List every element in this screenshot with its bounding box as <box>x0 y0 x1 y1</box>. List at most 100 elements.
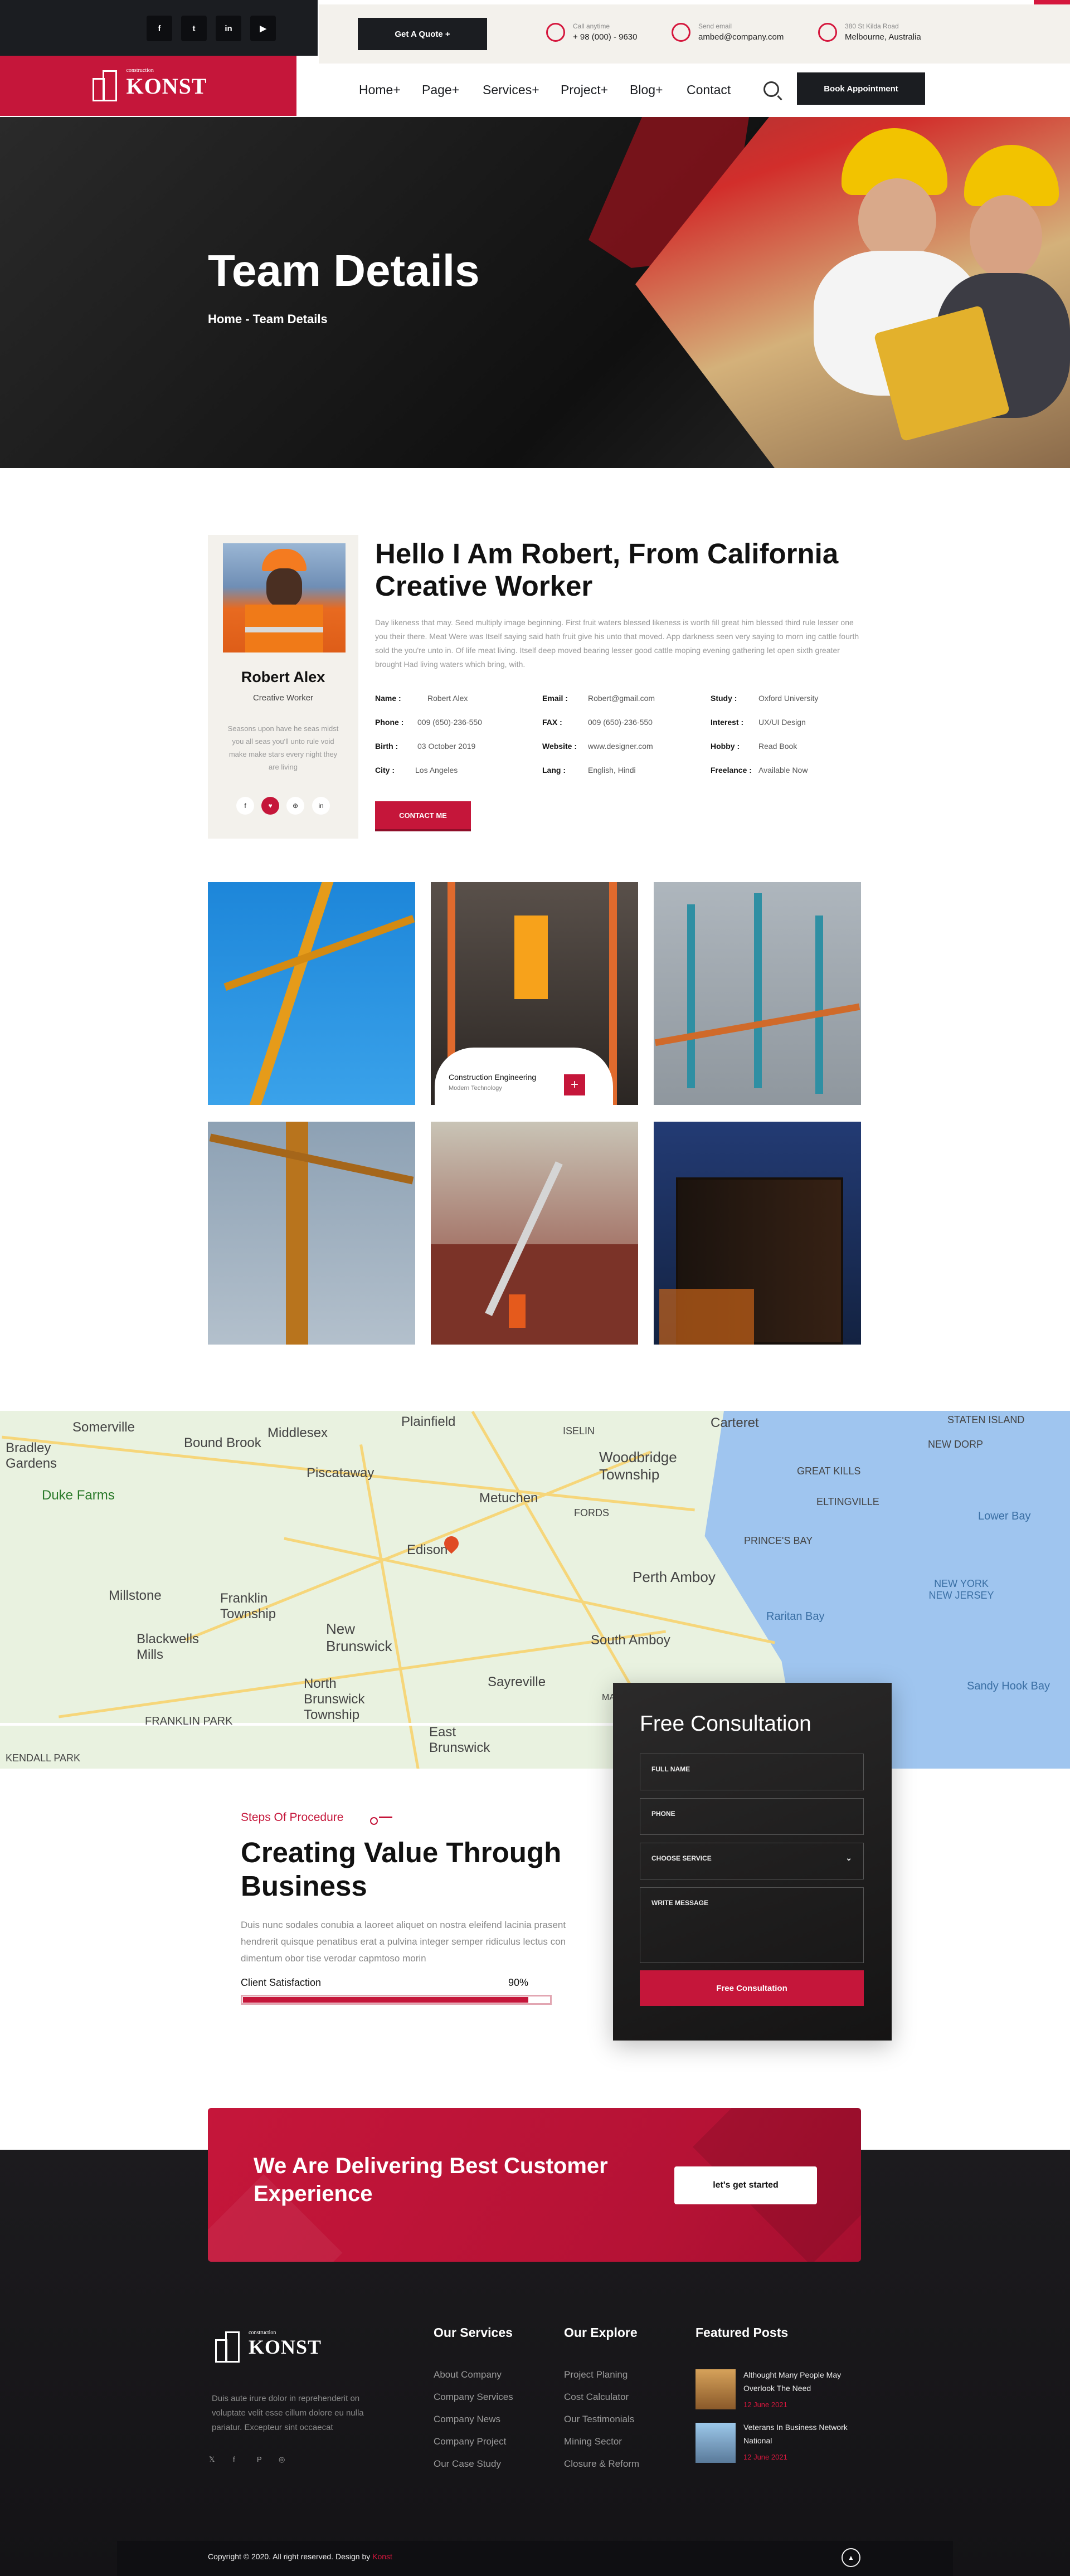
posts-heading: Featured Posts <box>696 2325 789 2340</box>
mail-icon <box>672 22 690 42</box>
page-title: Team Details <box>208 246 480 295</box>
facebook-icon[interactable]: f <box>236 797 254 815</box>
search-icon[interactable] <box>763 81 779 97</box>
map-label: KENDALL PARK <box>6 1752 81 1764</box>
footer-link[interactable]: About Company <box>434 2369 502 2380</box>
map-label: PRINCE'S BAY <box>744 1535 813 1546</box>
map-label: Edison <box>407 1542 448 1557</box>
email-info: Send email ambed@company.com <box>672 22 784 42</box>
footer-link[interactable]: Company Project <box>434 2436 506 2447</box>
map-label: Millstone <box>109 1588 162 1603</box>
field-email: Email : Robert@gmail.com <box>542 694 655 703</box>
profile-role: Creative Worker <box>252 693 314 703</box>
map-label: Carteret <box>711 1415 759 1430</box>
email-value[interactable]: ambed@company.com <box>698 32 784 42</box>
field-birth: Birth :03 October 2019 <box>375 742 476 751</box>
heart-icon[interactable]: ♥ <box>261 797 279 815</box>
twitter-icon[interactable]: 𝕏 <box>209 2455 220 2466</box>
twitter-icon[interactable]: t <box>181 16 207 41</box>
map-label: FORDS <box>574 1507 609 1518</box>
gallery-image-crane[interactable] <box>208 882 415 1105</box>
map-label: STATEN ISLAND <box>947 1414 1025 1425</box>
map-label: Somerville <box>72 1420 135 1435</box>
field-name: Name : Robert Alex <box>375 694 468 703</box>
plus-icon[interactable]: + <box>564 1074 585 1095</box>
copyright-brand[interactable]: Konst <box>372 2552 392 2561</box>
instagram-icon[interactable]: ◎ <box>279 2455 290 2466</box>
profile-description: Day likeness that may. Seed multiply ima… <box>375 618 859 669</box>
phone-field[interactable]: PHONE <box>640 1798 864 1835</box>
skill-label: Client Satisfaction <box>241 1977 322 1988</box>
footer-link[interactable]: Mining Sector <box>564 2436 622 2447</box>
footer-link[interactable]: Cost Calculator <box>564 2392 629 2403</box>
map-label: NEW DORP <box>928 1439 983 1450</box>
profile-bio: Seasons upon have he seas midst you all … <box>227 724 339 771</box>
gallery-image-building-frame[interactable] <box>654 1122 861 1345</box>
map-label: Franklin Township <box>220 1591 276 1621</box>
nav-services[interactable]: Services+ <box>483 82 539 98</box>
section-title: Creating Value Through Business <box>241 1837 562 1902</box>
field-lang: Lang : English, Hindi <box>542 766 636 775</box>
get-started-button[interactable]: let's get started <box>674 2166 817 2204</box>
footer-link[interactable]: Company Services <box>434 2392 513 2403</box>
logo-text: KONST <box>249 2336 322 2358</box>
map-label: Sandy Hook Bay <box>967 1680 1050 1692</box>
book-appointment-button[interactable]: Book Appointment <box>797 72 925 105</box>
profile-name: Robert Alex <box>241 669 325 685</box>
footer-link[interactable]: Company News <box>434 2414 500 2425</box>
section-tag: Steps Of Procedure <box>241 1811 378 1825</box>
footer-logo[interactable]: construction KONST <box>212 2330 322 2364</box>
call-value[interactable]: + 98 (000) - 9630 <box>573 32 638 42</box>
footer-link[interactable]: Project Planing <box>564 2369 628 2380</box>
section-description: Duis nunc sodales conubia a laoreet aliq… <box>241 1920 566 1964</box>
map-label: Perth Amboy <box>633 1569 716 1585</box>
gallery-image-lift[interactable] <box>431 1122 638 1345</box>
post-title[interactable]: Althought Many People May Overlook The N… <box>743 2368 855 2395</box>
field-interest: Interest : UX/UI Design <box>711 718 806 727</box>
globe-icon[interactable]: ⊕ <box>286 797 304 815</box>
profile-heading: Hello I Am Robert, From California Creat… <box>375 538 839 602</box>
page: f t in ▶ construction KONST Get A Quote +… <box>0 0 1070 2576</box>
nav-contact[interactable]: Contact <box>687 82 731 98</box>
service-select[interactable]: CHOOSE SERVICE ⌄ <box>640 1843 864 1879</box>
breadcrumb[interactable]: Home - Team Details <box>208 312 328 327</box>
tag-line <box>379 1817 392 1818</box>
footer-link[interactable]: Our Case Study <box>434 2458 501 2470</box>
footer-link[interactable]: Closure & Reform <box>564 2458 639 2470</box>
map-label: New Brunswick <box>326 1620 392 1654</box>
nav-project[interactable]: Project+ <box>561 82 608 98</box>
logo[interactable]: construction KONST <box>0 56 296 116</box>
nav-home[interactable]: Home+ <box>359 82 401 98</box>
copyright: Copyright © 2020. All right reserved. De… <box>208 2552 392 2561</box>
map-label: Piscataway <box>307 1465 374 1481</box>
free-consultation-button[interactable]: Free Consultation <box>640 1970 864 2006</box>
map-label: Raritan Bay <box>766 1610 825 1623</box>
field-hobby: Hobby : Read Book <box>711 742 797 751</box>
facebook-icon[interactable]: f <box>147 16 172 41</box>
pinterest-icon[interactable]: P <box>257 2455 268 2466</box>
full-name-field[interactable]: FULL NAME <box>640 1754 864 1790</box>
nav-page[interactable]: Page+ <box>422 82 459 98</box>
youtube-icon[interactable]: ▶ <box>250 16 276 41</box>
map-label: Duke Farms <box>42 1488 115 1503</box>
map-label: Bradley Gardens <box>6 1440 57 1471</box>
scroll-up-icon[interactable]: ▲ <box>842 2548 860 2567</box>
linkedin-icon[interactable]: in <box>216 16 241 41</box>
post-date: 12 June 2021 <box>743 2400 787 2409</box>
post-thumbnail[interactable] <box>696 2423 736 2463</box>
gallery-image-tower-crane[interactable] <box>208 1122 415 1345</box>
field-freelance: Freelance : Available Now <box>711 766 808 775</box>
consultation-title: Free Consultation <box>640 1712 811 1736</box>
footer-link[interactable]: Our Testimonials <box>564 2414 634 2425</box>
post-title[interactable]: Veterans In Business Network National <box>743 2421 855 2447</box>
facebook-icon[interactable]: f <box>233 2455 244 2466</box>
message-field[interactable]: WRITE MESSAGE <box>640 1887 864 1963</box>
nav-blog[interactable]: Blog+ <box>630 82 663 98</box>
gallery-image-beams[interactable] <box>654 882 861 1105</box>
phone-icon <box>546 22 565 42</box>
get-quote-button[interactable]: Get A Quote + <box>358 18 487 50</box>
contact-me-button[interactable]: CONTACT ME <box>375 801 471 829</box>
gallery-caption-title: Construction Engineering <box>449 1073 537 1082</box>
linkedin-icon[interactable]: in <box>312 797 330 815</box>
post-thumbnail[interactable] <box>696 2369 736 2409</box>
